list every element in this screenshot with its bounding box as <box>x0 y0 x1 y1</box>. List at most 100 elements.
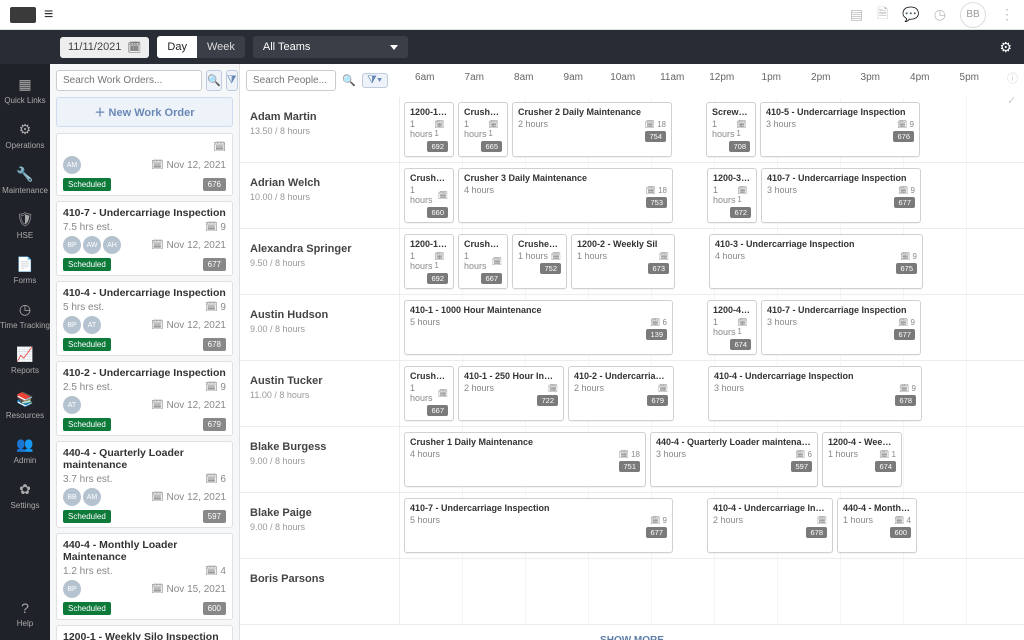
kebab-icon[interactable]: ⋮ <box>1000 6 1014 23</box>
wo-card[interactable]: 410-7 - Undercarriage Inspection7.5 hrs … <box>56 201 233 276</box>
row-person[interactable]: Adrian Welch10.00 / 8 hours <box>240 163 400 228</box>
scheduled-task[interactable]: Crusher 3 Daily Maintenance4 hours🗓 1875… <box>458 168 673 223</box>
row-person[interactable]: Adam Martin13.50 / 8 hours <box>240 97 400 162</box>
people-search-input[interactable] <box>246 70 336 91</box>
document-icon[interactable]: 🗎 <box>877 3 888 27</box>
menu-icon[interactable]: ≡ <box>44 6 53 24</box>
row-person[interactable]: Austin Tucker11.00 / 8 hours <box>240 361 400 426</box>
hour-label: 4pm <box>895 64 945 94</box>
date-picker[interactable]: 11/11/2021 🗓 <box>60 37 149 58</box>
scheduled-task[interactable]: Crusher 4 W1 hours🗓 667 <box>404 366 454 421</box>
wo-card[interactable]: 1200-1 - Weekly Silo Inspection2 hrs est… <box>56 625 233 640</box>
scheduled-task[interactable]: 410-5 - Undercarriage Inspection3 hours🗓… <box>760 102 920 157</box>
people-filter-icon[interactable]: ⧩▾ <box>362 73 388 88</box>
nav-forms[interactable]: 📄Forms <box>0 250 50 291</box>
nav-time-tracking[interactable]: ◷Time Tracking <box>0 295 50 336</box>
task-number: 665 <box>481 141 502 152</box>
nav-icon: 📈 <box>16 346 33 363</box>
scheduled-task[interactable]: 410-2 - Undercarriage Inspection2 hours🗓… <box>568 366 674 421</box>
row-person[interactable]: Alexandra Springer9.50 / 8 hours <box>240 229 400 294</box>
scheduled-task[interactable]: 1200-4 - Weekly Sil1 hours🗓 1674 <box>822 432 902 487</box>
row-person[interactable]: Boris Parsons <box>240 559 400 624</box>
scheduled-task[interactable]: 410-7 - Undercarriage Inspection3 hours🗓… <box>761 300 921 355</box>
people-search-icon[interactable]: 🔍 <box>342 74 356 87</box>
task-cal: 🗓 1 <box>434 120 448 138</box>
scheduled-task[interactable]: 1200-3 - We1 hours🗓 1672 <box>707 168 757 223</box>
wo-estimate: 2.5 hrs est. <box>63 382 112 393</box>
schedule-row: Alexandra Springer9.50 / 8 hours1200-1 -… <box>240 229 1024 295</box>
task-title: 410-4 - Undercarriage Inspection <box>713 503 827 513</box>
view-day[interactable]: Day <box>157 36 197 58</box>
task-number: 600 <box>890 527 911 538</box>
nav-reports[interactable]: 📈Reports <box>0 340 50 381</box>
scheduled-task[interactable]: 410-7 - Undercarriage Inspection5 hours🗓… <box>404 498 673 553</box>
task-number: 673 <box>648 263 669 274</box>
wo-filter-icon[interactable]: ⧩ <box>226 70 238 91</box>
team-select[interactable]: All Teams <box>253 36 408 58</box>
scheduled-task[interactable]: 410-1 - 1000 Hour Maintenance5 hours🗓 61… <box>404 300 673 355</box>
show-more-button[interactable]: SHOW MORE <box>240 625 1024 640</box>
scheduled-task[interactable]: Crusher 1 Daily Maintenance4 hours🗓 1875… <box>404 432 646 487</box>
nav-label: Time Tracking <box>0 321 50 330</box>
nav-hse[interactable]: 🛡HSE <box>0 205 50 246</box>
wo-card[interactable]: 410-2 - Undercarriage Inspection2.5 hrs … <box>56 361 233 436</box>
scheduled-task[interactable]: 440-4 - Quarterly Loader maintenance3 ho… <box>650 432 818 487</box>
scheduled-task[interactable]: 1200-1 - We1 hours🗓 1692 <box>404 234 454 289</box>
nav-resources[interactable]: 📚Resources <box>0 385 50 426</box>
nav-operations[interactable]: ⚙Operations <box>0 115 50 156</box>
scheduled-task[interactable]: 410-3 - Undercarriage Inspection4 hours🗓… <box>709 234 923 289</box>
spreadsheet-icon[interactable]: ▤ <box>850 6 863 23</box>
row-person[interactable]: Austin Hudson9.00 / 8 hours <box>240 295 400 360</box>
scheduled-task[interactable]: 410-4 - Undercarriage Inspection3 hours🗓… <box>708 366 922 421</box>
nav-settings[interactable]: ✿Settings <box>0 475 50 516</box>
topbar: ≡ ▤ 🗎 💬 ◷ BB ⋮ <box>0 0 1024 30</box>
task-number: 677 <box>894 197 915 208</box>
wo-estimate: 5 hrs est. <box>63 302 104 313</box>
nav-help[interactable]: ?Help <box>0 594 50 640</box>
nav-quick-links[interactable]: ▦Quick Links <box>0 70 50 111</box>
scheduled-task[interactable]: 1200-4 - We1 hours🗓 1674 <box>707 300 757 355</box>
task-hours: 1 hours <box>518 251 548 261</box>
scheduled-task[interactable]: 410-1 - 250 Hour Inspectio2 hours🗓 722 <box>458 366 564 421</box>
scheduled-task[interactable]: 1200-2 - Weekly Sil1 hours🗓 673 <box>571 234 675 289</box>
task-cal: 🗓 <box>438 191 448 200</box>
task-title: Crusher 3 Daily Maintenance <box>464 173 667 183</box>
row-person[interactable]: Blake Paige9.00 / 8 hours <box>240 493 400 558</box>
scheduled-task[interactable]: Crusher 4 Daily M1 hours🗓 752 <box>512 234 567 289</box>
nav-maintenance[interactable]: 🔧Maintenance <box>0 160 50 201</box>
task-hours: 4 hours <box>464 185 494 195</box>
task-hours: 3 hours <box>766 119 796 129</box>
task-number: 752 <box>540 263 561 274</box>
view-week[interactable]: Week <box>197 36 245 58</box>
gear-icon[interactable]: ⚙ <box>999 39 1012 56</box>
wo-card[interactable]: 🗓 AM🗓 Nov 12, 2021Scheduled676 <box>56 133 233 196</box>
scheduled-task[interactable]: Screw Press1 hours🗓 1708 <box>706 102 756 157</box>
clock-icon[interactable]: ◷ <box>934 6 946 23</box>
row-person[interactable]: Blake Burgess9.00 / 8 hours <box>240 427 400 492</box>
user-avatar[interactable]: BB <box>960 2 986 28</box>
scheduled-task[interactable]: 1200-1 - We1 hours🗓 1692 <box>404 102 454 157</box>
wo-estimate: 3.7 hrs est. <box>63 474 112 485</box>
nav-label: Settings <box>11 501 40 510</box>
wo-search-icon[interactable]: 🔍 <box>206 70 222 91</box>
scheduled-task[interactable]: 410-4 - Undercarriage Inspection2 hours🗓… <box>707 498 833 553</box>
nav-admin[interactable]: 👥Admin <box>0 430 50 471</box>
new-work-order-button[interactable]: ＋ New Work Order <box>56 97 233 127</box>
wo-card[interactable]: 440-4 - Quarterly Loader maintenance3.7 … <box>56 441 233 528</box>
scheduled-task[interactable]: Crusher 4 W1 hours🗓 667 <box>458 234 508 289</box>
scheduled-task[interactable]: Crusher 3 W1 hours🗓 1665 <box>458 102 508 157</box>
person-hours: 13.50 / 8 hours <box>250 126 389 136</box>
task-number: 678 <box>895 395 916 406</box>
chat-icon[interactable]: 💬 <box>902 6 919 23</box>
task-cal: 🗓 <box>658 384 668 393</box>
task-number: 722 <box>537 395 558 406</box>
scheduled-task[interactable]: Crusher 2 Daily Maintenance2 hours🗓 1875… <box>512 102 672 157</box>
scheduled-task[interactable]: 440-4 - Monthly Lo1 hours🗓 4600 <box>837 498 917 553</box>
wo-card[interactable]: 440-4 - Monthly Loader Maintenance1.2 hr… <box>56 533 233 620</box>
wo-search-input[interactable] <box>56 70 202 91</box>
wo-card[interactable]: 410-4 - Undercarriage Inspection5 hrs es… <box>56 281 233 356</box>
scheduled-task[interactable]: 410-7 - Undercarriage Inspection3 hours🗓… <box>761 168 921 223</box>
scheduled-task[interactable]: Crusher 2 W1 hours🗓 660 <box>404 168 454 223</box>
row-tasks: Crusher 1 Daily Maintenance4 hours🗓 1875… <box>400 427 1024 492</box>
task-title: 410-3 - Undercarriage Inspection <box>715 239 917 249</box>
